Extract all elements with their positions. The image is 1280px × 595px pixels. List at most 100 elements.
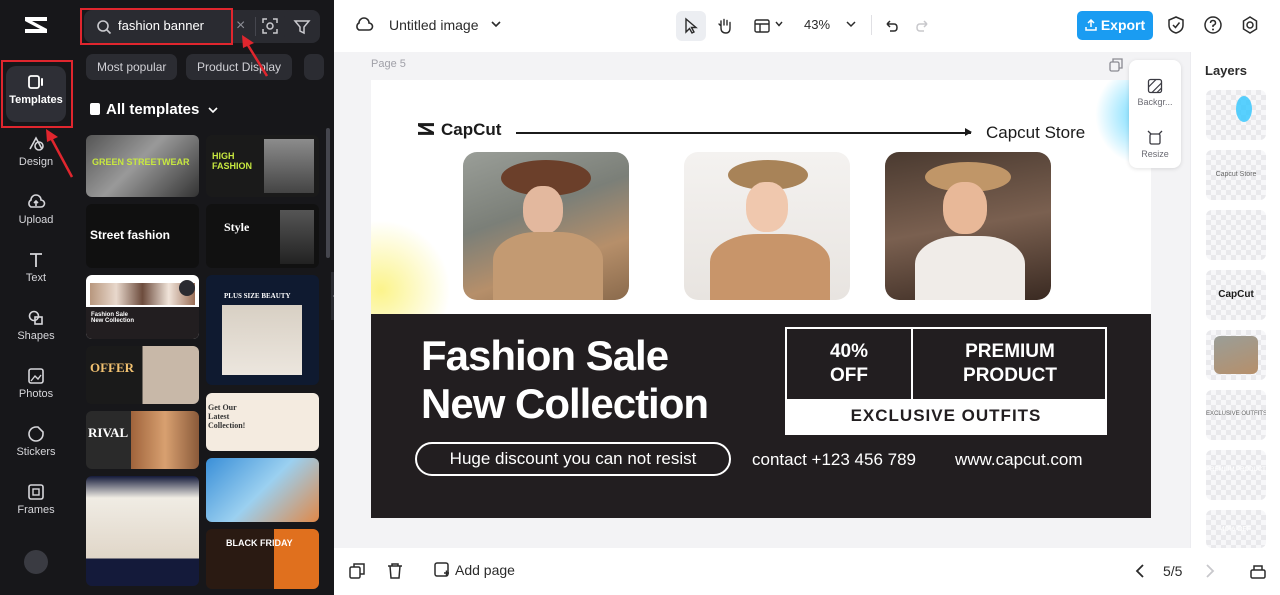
avatar[interactable] bbox=[24, 550, 48, 574]
select-tool-button[interactable] bbox=[676, 11, 706, 41]
toolbar-divider bbox=[871, 15, 872, 35]
thumb-text: BLACK FRIDAY bbox=[226, 538, 293, 548]
trash-icon[interactable] bbox=[386, 562, 404, 580]
layer-item[interactable] bbox=[1206, 210, 1266, 260]
capcut-logo[interactable]: CapCut bbox=[415, 120, 501, 140]
layer-item[interactable]: 40% OFF bbox=[1206, 510, 1266, 548]
export-button[interactable]: Export bbox=[1077, 11, 1153, 40]
search-divider bbox=[255, 17, 256, 36]
chip-product-display[interactable]: Product Display bbox=[186, 54, 293, 80]
help-icon[interactable] bbox=[1203, 15, 1223, 35]
layer-item[interactable]: PREMIUM PRODUCT bbox=[1206, 450, 1266, 500]
chevron-down-icon[interactable] bbox=[774, 19, 784, 29]
background-tool-label: Backgr... bbox=[1137, 97, 1173, 107]
chevron-right-icon[interactable] bbox=[1203, 563, 1217, 579]
settings-gear-icon[interactable] bbox=[1240, 15, 1260, 35]
model-photo-1[interactable] bbox=[463, 152, 629, 300]
template-thumb[interactable]: RIVAL bbox=[86, 411, 199, 469]
pointer-icon bbox=[685, 17, 698, 34]
capcut-logo-icon[interactable] bbox=[22, 14, 50, 36]
layers-panel: Layers Capcut Store CapCut EXCLUSIVE OUT… bbox=[1190, 52, 1280, 548]
layer-item[interactable] bbox=[1206, 90, 1266, 140]
premium-product[interactable]: PREMIUM PRODUCT bbox=[915, 329, 1105, 399]
export-icon bbox=[1085, 19, 1097, 31]
premium-line-1: PREMIUM bbox=[965, 341, 1055, 362]
rail-item-design[interactable]: Design bbox=[6, 128, 66, 184]
cloud-sync-icon[interactable] bbox=[354, 15, 374, 35]
template-thumb[interactable]: BLACK FRIDAY bbox=[206, 529, 319, 589]
template-thumb[interactable]: PLUS SIZE BEAUTY bbox=[206, 275, 319, 385]
rail-item-label: Text bbox=[25, 272, 47, 284]
headline-line-1[interactable]: Fashion Sale bbox=[421, 332, 669, 380]
duplicate-page-icon[interactable] bbox=[1109, 58, 1123, 72]
rail-item-shapes[interactable]: Shapes bbox=[6, 302, 66, 358]
website-text[interactable]: www.capcut.com bbox=[955, 450, 1083, 470]
model-photo-2[interactable] bbox=[684, 152, 850, 300]
template-thumb[interactable] bbox=[86, 476, 199, 586]
discount-pill[interactable]: Huge discount you can not resist bbox=[415, 442, 731, 476]
highlight-search-box bbox=[80, 8, 233, 45]
template-thumb[interactable] bbox=[206, 458, 319, 522]
text-icon bbox=[30, 253, 42, 267]
undo-button[interactable] bbox=[876, 11, 906, 41]
layer-label: CapCut bbox=[1218, 289, 1254, 300]
layer-item[interactable] bbox=[1206, 330, 1266, 380]
zoom-level[interactable]: 43% bbox=[804, 17, 830, 32]
rail-item-text[interactable]: Text bbox=[6, 244, 66, 300]
image-search-icon[interactable] bbox=[261, 17, 279, 35]
store-text[interactable]: Capcut Store bbox=[986, 123, 1085, 143]
layout-tool-button[interactable] bbox=[747, 11, 777, 41]
layer-item[interactable]: EXCLUSIVE OUTFITS bbox=[1206, 390, 1266, 440]
add-page-button[interactable]: Add page bbox=[434, 562, 515, 578]
upload-cloud-icon bbox=[28, 194, 46, 208]
rail-item-stickers[interactable]: Stickers bbox=[6, 418, 66, 474]
layers-title: Layers bbox=[1205, 63, 1247, 78]
page-manager-icon[interactable] bbox=[1249, 562, 1267, 580]
background-tool-button[interactable]: Backgr... bbox=[1129, 78, 1181, 107]
offer-percent[interactable]: 40% OFF bbox=[787, 329, 913, 399]
headline-line-2[interactable]: New Collection bbox=[421, 380, 709, 428]
offer-percent-value: 40% bbox=[829, 341, 869, 362]
template-thumb[interactable]: Street fashion bbox=[86, 204, 199, 268]
layer-item[interactable]: CapCut bbox=[1206, 270, 1266, 320]
panel-scrollbar[interactable] bbox=[326, 128, 330, 258]
rail-item-frames[interactable]: Frames bbox=[6, 476, 66, 532]
export-label: Export bbox=[1100, 17, 1146, 33]
template-thumb[interactable]: Style bbox=[206, 204, 319, 268]
artboard[interactable]: CapCut Capcut Store Fashion Sale New Col… bbox=[371, 80, 1151, 518]
template-thumb[interactable]: OFFER bbox=[86, 346, 199, 404]
rail-item-photos[interactable]: Photos bbox=[6, 360, 66, 416]
template-thumb[interactable]: Get Our Latest Collection! bbox=[206, 393, 319, 451]
chevron-left-icon[interactable] bbox=[1133, 563, 1147, 579]
resize-tool-button[interactable]: Resize bbox=[1129, 130, 1181, 159]
clear-icon[interactable]: × bbox=[236, 17, 245, 35]
exclusive-outfits[interactable]: EXCLUSIVE OUTFITS bbox=[787, 399, 1105, 433]
contact-text[interactable]: contact +123 456 789 bbox=[752, 450, 916, 470]
document-title[interactable]: Untitled image bbox=[389, 17, 479, 33]
chip-most-popular[interactable]: Most popular bbox=[86, 54, 178, 80]
shield-icon[interactable] bbox=[1167, 15, 1185, 35]
edit-template-icon[interactable] bbox=[179, 280, 195, 296]
model-photo-3[interactable] bbox=[885, 152, 1051, 300]
all-templates-dropdown[interactable]: All templates bbox=[90, 101, 218, 118]
chip-more[interactable] bbox=[304, 54, 324, 80]
template-thumb[interactable]: HIGH FASHION bbox=[206, 135, 319, 197]
redo-button[interactable] bbox=[908, 11, 938, 41]
shapes-icon bbox=[28, 310, 43, 325]
banner-dark-block[interactable]: Fashion Sale New Collection Huge discoun… bbox=[371, 314, 1151, 518]
layer-item[interactable]: Capcut Store bbox=[1206, 150, 1266, 200]
template-thumb[interactable]: Fashion Sale New Collection bbox=[86, 275, 199, 339]
filter-button[interactable] bbox=[284, 10, 320, 43]
canvas-area[interactable]: Page 5 CapCut Capcut Store Fashion Sale … bbox=[334, 52, 1190, 548]
layer-label: PREMIUM PRODUCT bbox=[1206, 467, 1266, 473]
arrow-line[interactable] bbox=[516, 132, 971, 134]
chevron-down-icon[interactable] bbox=[845, 19, 857, 29]
design-icon bbox=[29, 136, 44, 151]
offer-box[interactable]: 40% OFF PREMIUM PRODUCT EXCLUSIVE OUTFIT… bbox=[785, 327, 1107, 435]
chevron-down-icon[interactable] bbox=[489, 17, 503, 31]
duplicate-icon[interactable] bbox=[348, 562, 366, 580]
template-thumb[interactable]: GREEN STREETWEAR bbox=[86, 135, 199, 197]
rail-item-upload[interactable]: Upload bbox=[6, 186, 66, 242]
rail-item-label: Upload bbox=[18, 214, 54, 226]
hand-tool-button[interactable] bbox=[710, 11, 740, 41]
